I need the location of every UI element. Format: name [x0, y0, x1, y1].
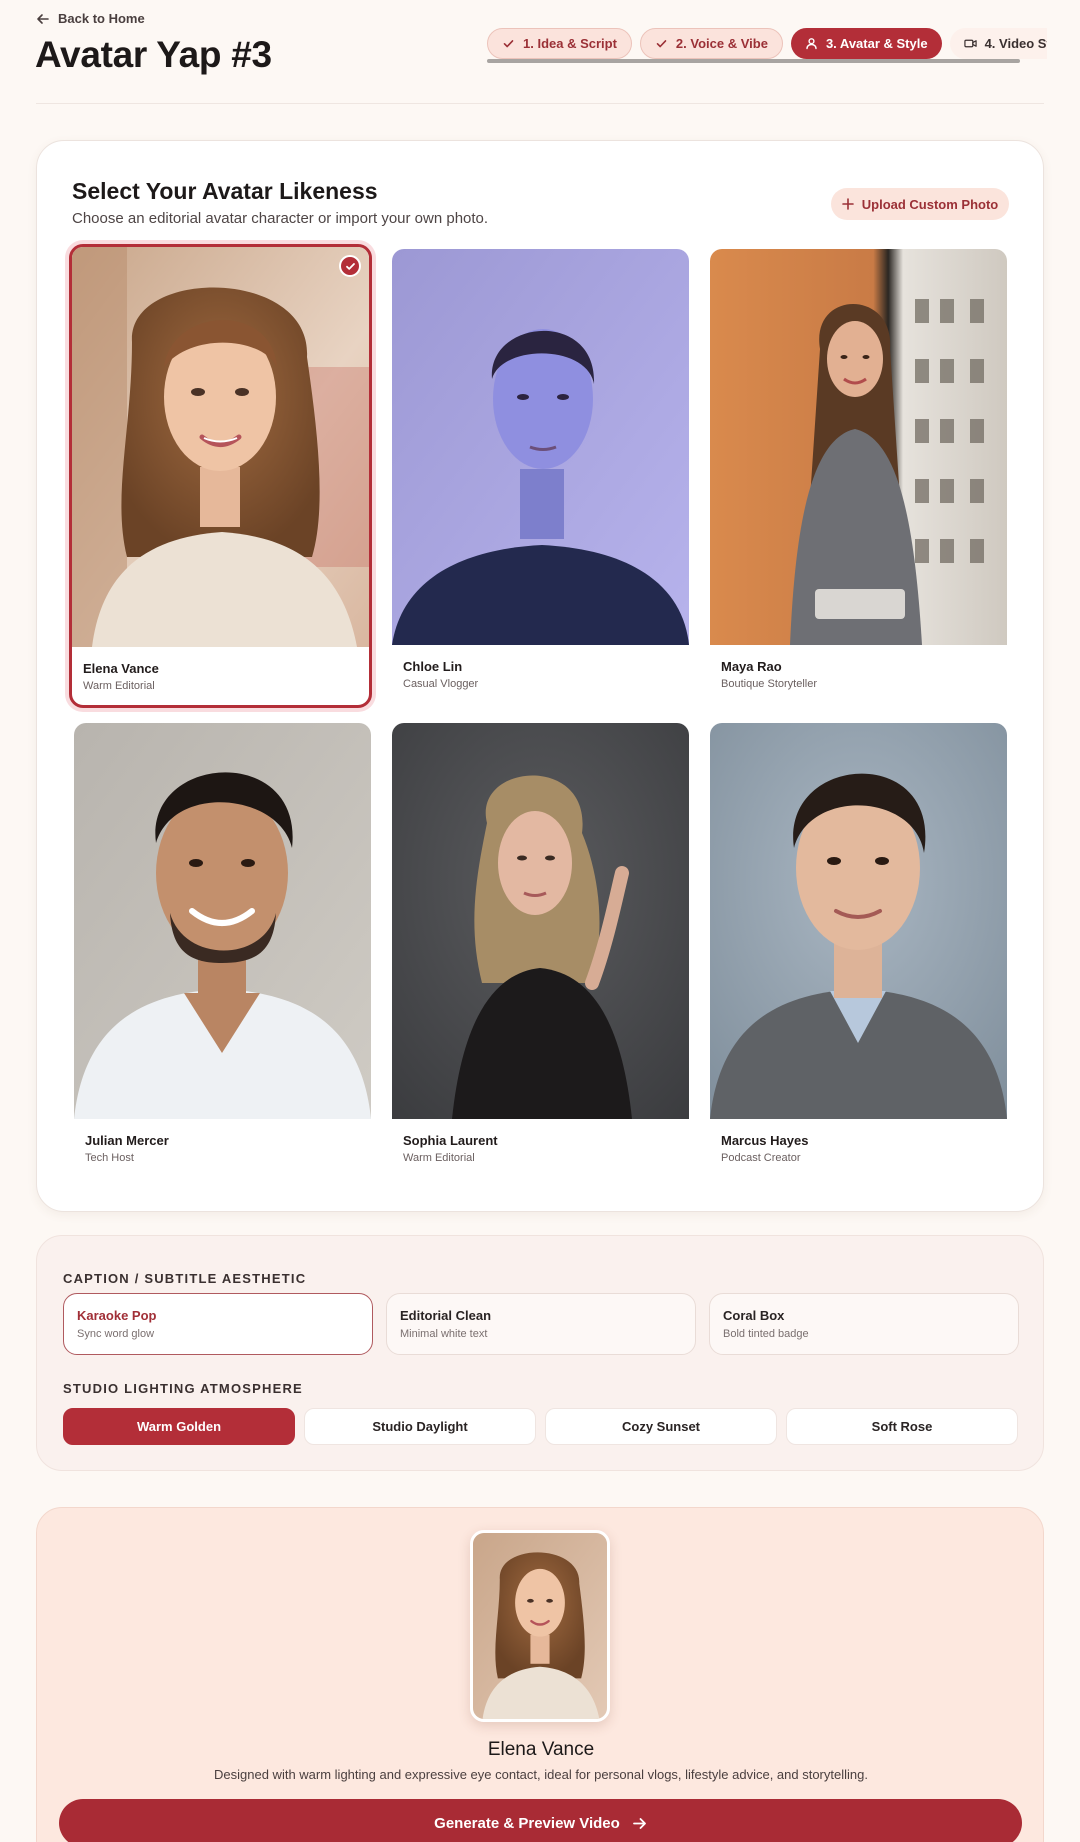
header-divider: [36, 103, 1044, 104]
avatar-photo: [710, 723, 1007, 1119]
preview-avatar-description: Designed with warm lighting and expressi…: [214, 1767, 868, 1782]
caption-option-title: Editorial Clean: [400, 1308, 492, 1323]
avatar-preview-panel: Elena Vance Designed with warm lighting …: [36, 1507, 1044, 1842]
avatar-card-marcus-hayes[interactable]: Marcus Hayes Podcast Creator: [710, 723, 1007, 1164]
user-icon: [806, 38, 817, 50]
stepper-progress-track: [487, 59, 1020, 63]
progress-stepper: 1. Idea & Script 2. Voice & Vibe 3. Avat…: [487, 28, 1047, 68]
check-icon: [656, 40, 667, 48]
step-label: 3. Avatar & Style: [825, 36, 928, 51]
preview-avatar-name: Elena Vance: [487, 1739, 595, 1760]
lighting-option-soft-rose[interactable]: Soft Rose: [786, 1408, 1018, 1445]
step-voice-vibe[interactable]: 2. Voice & Vibe: [639, 28, 783, 59]
avatar-selection-panel: Select Your Avatar Likeness Choose an ed…: [36, 140, 1044, 1212]
avatar-style: Warm Editorial: [83, 680, 155, 692]
caption-option-desc: Sync word glow: [77, 1328, 155, 1340]
caption-option-karaoke-pop[interactable]: Karaoke Pop Sync word glow: [63, 1293, 373, 1355]
avatar-name: Julian Mercer: [85, 1133, 169, 1148]
step-label: 2. Voice & Vibe: [675, 36, 768, 51]
avatar-card-elena-vance[interactable]: Elena Vance Warm Editorial: [69, 244, 372, 708]
generate-preview-video-button[interactable]: Generate & Preview Video: [59, 1799, 1022, 1842]
avatar-name: Sophia Laurent: [403, 1133, 498, 1148]
avatar-photo: [72, 247, 369, 647]
arrow-right-icon: [632, 1817, 646, 1829]
step-avatar-style[interactable]: 3. Avatar & Style: [790, 28, 942, 59]
caption-option-desc: Bold tinted badge: [723, 1328, 809, 1340]
avatar-photo: [710, 249, 1007, 645]
avatar-portrait-image: [473, 1533, 607, 1719]
avatar-style: Boutique Storyteller: [721, 678, 817, 690]
lighting-option-warm-golden[interactable]: Warm Golden: [63, 1408, 295, 1445]
check-icon: [345, 262, 355, 270]
avatar-name: Marcus Hayes: [721, 1133, 809, 1148]
video-camera-icon: [963, 39, 977, 48]
avatar-card-julian-mercer[interactable]: Julian Mercer Tech Host: [74, 723, 371, 1164]
lighting-option-cozy-sunset[interactable]: Cozy Sunset: [545, 1408, 777, 1445]
caption-option-coral-box[interactable]: Coral Box Bold tinted badge: [709, 1293, 1019, 1355]
avatar-portrait-image: [392, 723, 689, 1119]
plus-icon: [841, 198, 854, 210]
upload-button-label: Upload Custom Photo: [861, 196, 999, 212]
step-video-studio[interactable]: 4. Video Studio: [949, 28, 1047, 59]
avatar-portrait-image: [710, 249, 1007, 645]
caption-option-title: Coral Box: [723, 1308, 785, 1323]
avatar-portrait-image: [392, 249, 689, 645]
step-label: 4. Video Studio: [984, 36, 1047, 51]
step-idea-script[interactable]: 1. Idea & Script: [487, 28, 632, 59]
avatar-style: Warm Editorial: [403, 1152, 475, 1164]
caption-option-editorial-clean[interactable]: Editorial Clean Minimal white text: [386, 1293, 696, 1355]
avatar-section-subtitle: Choose an editorial avatar character or …: [72, 210, 489, 227]
avatar-portrait-image: [72, 247, 369, 647]
caption-option-title: Karaoke Pop: [77, 1308, 157, 1323]
caption-option-desc: Minimal white text: [400, 1328, 488, 1340]
back-to-home-label: Back to Home: [58, 11, 145, 26]
avatar-portrait-image: [74, 723, 371, 1119]
avatar-name: Chloe Lin: [403, 659, 463, 674]
selected-check-badge: [339, 255, 361, 277]
avatar-name: Elena Vance: [83, 661, 159, 676]
lighting-option-studio-daylight[interactable]: Studio Daylight: [304, 1408, 536, 1445]
avatar-card-chloe-lin[interactable]: Chloe Lin Casual Vlogger: [392, 249, 689, 690]
arrow-left-icon: [37, 13, 49, 24]
avatar-card-sophia-laurent[interactable]: Sophia Laurent Warm Editorial: [392, 723, 689, 1164]
check-icon: [503, 40, 514, 48]
selected-avatar-thumbnail: [470, 1530, 610, 1722]
upload-custom-photo-button[interactable]: Upload Custom Photo: [831, 188, 1009, 220]
avatar-section-title: Select Your Avatar Likeness: [72, 178, 378, 204]
caption-section-heading: CAPTION / SUBTITLE AESTHETIC: [63, 1271, 307, 1286]
page-title: Avatar Yap #3: [35, 34, 272, 75]
avatar-style: Casual Vlogger: [403, 678, 479, 690]
avatar-name: Maya Rao: [721, 659, 782, 674]
avatar-photo: [74, 723, 371, 1119]
step-label: 1. Idea & Script: [523, 36, 617, 51]
avatar-photo: [392, 723, 689, 1119]
lighting-section-heading: STUDIO LIGHTING ATMOSPHERE: [63, 1381, 303, 1396]
avatar-style: Tech Host: [85, 1152, 134, 1164]
back-to-home-link[interactable]: Back to Home: [36, 11, 145, 26]
avatar-portrait-image: [710, 723, 1007, 1119]
avatar-style: Podcast Creator: [721, 1152, 801, 1164]
generate-button-label: Generate & Preview Video: [434, 1814, 620, 1832]
style-settings-panel: CAPTION / SUBTITLE AESTHETIC Karaoke Pop…: [36, 1235, 1044, 1471]
avatar-photo: [392, 249, 689, 645]
avatar-card-maya-rao[interactable]: Maya Rao Boutique Storyteller: [710, 249, 1007, 690]
